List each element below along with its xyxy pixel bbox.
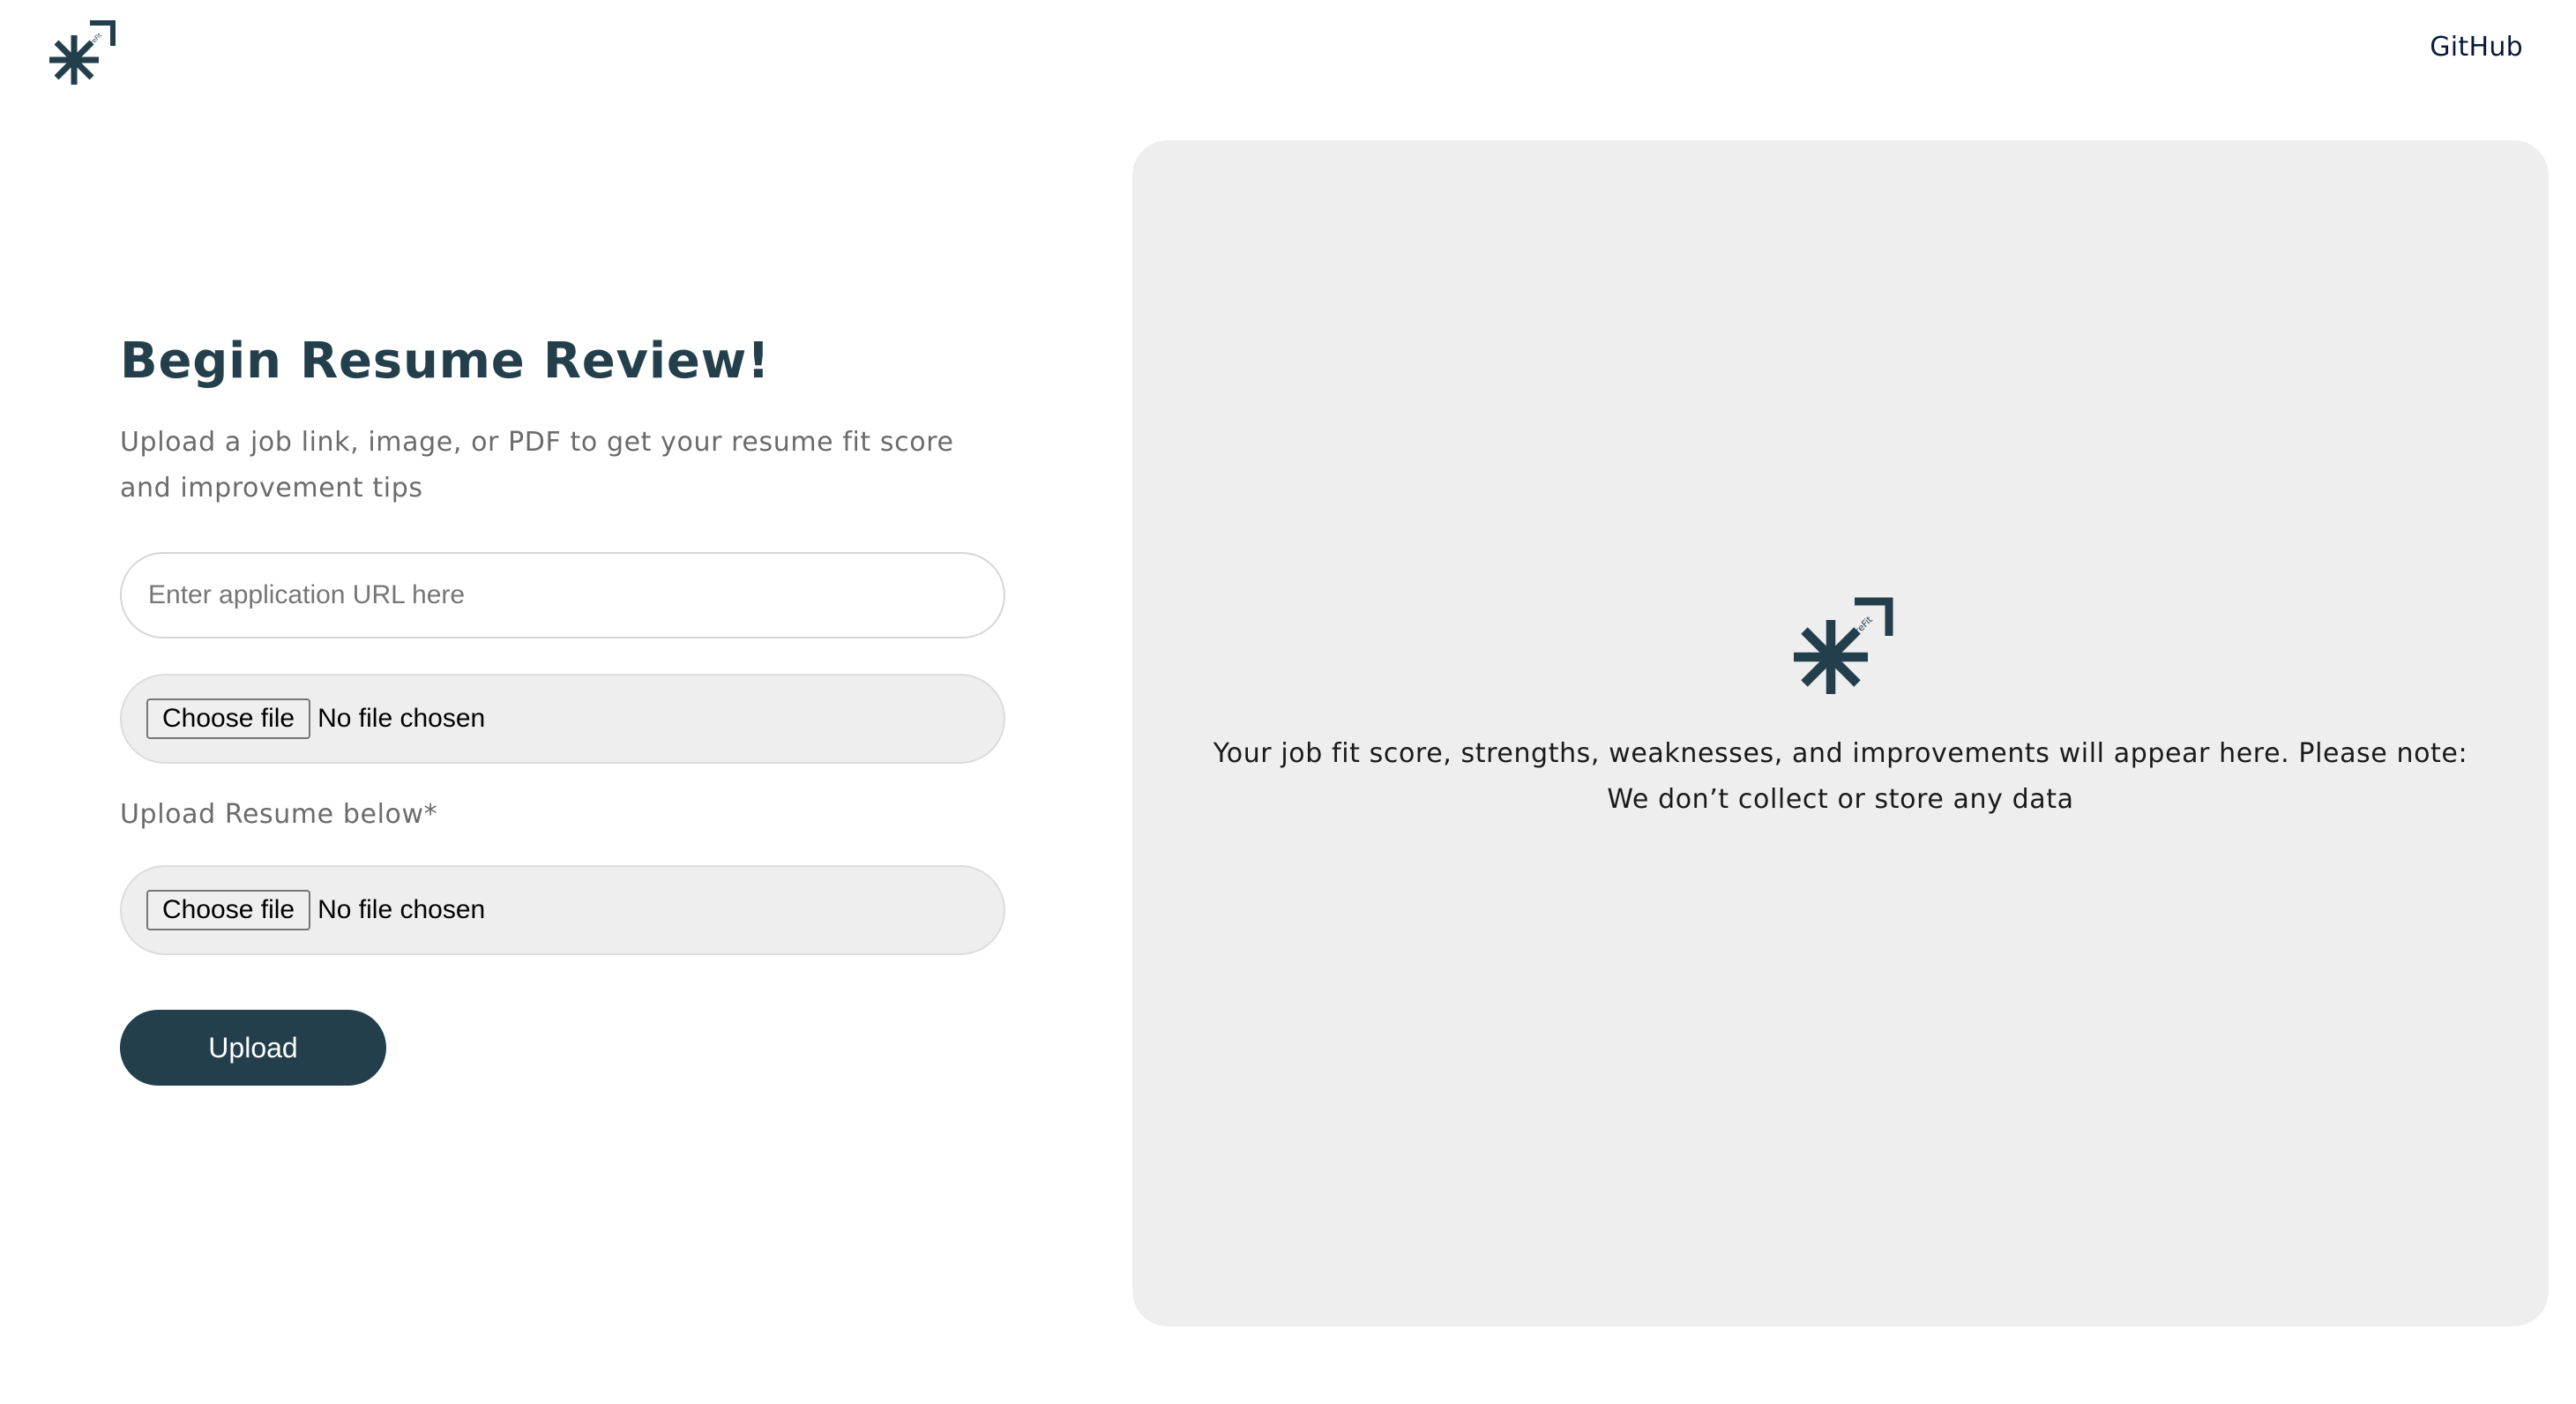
job-choose-file-button[interactable]: Choose file — [146, 698, 311, 739]
resume-choose-file-button[interactable]: Choose file — [146, 890, 311, 930]
page-subtitle: Upload a job link, image, or PDF to get … — [120, 427, 954, 504]
results-message-line-1: Your job fit score, strengths, weaknesse… — [1213, 738, 2468, 769]
results-panel: HireFit Your job fit score, strengths, w… — [1132, 140, 2549, 1326]
logo-wordmark: HireFit — [85, 32, 104, 51]
resume-file-picker[interactable]: Choose file No file chosen — [120, 865, 1005, 955]
hirefit-logo[interactable]: HireFit — [46, 18, 116, 88]
results-placeholder-message: Your job fit score, strengths, weaknesse… — [1132, 731, 2549, 823]
github-link[interactable]: GitHub — [2430, 32, 2523, 63]
job-file-status: No file chosen — [317, 704, 486, 733]
page-title: Begin Resume Review! — [120, 332, 771, 390]
application-url-input[interactable] — [120, 552, 1005, 639]
panel-logo-wordmark: HireFit — [1847, 615, 1875, 643]
page: HireFit GitHub Begin Resume Review! Uplo… — [0, 0, 2576, 1404]
resume-file-status: No file chosen — [317, 895, 486, 924]
job-file-picker[interactable]: Choose file No file chosen — [120, 674, 1005, 764]
hirefit-logo-large: HireFit — [1794, 597, 1893, 694]
review-form: Begin Resume Review! Upload a job link, … — [120, 326, 1011, 1086]
resume-upload-label: Upload Resume below* — [120, 799, 438, 830]
upload-button[interactable]: Upload — [120, 1010, 386, 1086]
results-message-line-2: We don’t collect or store any data — [1607, 784, 2074, 815]
